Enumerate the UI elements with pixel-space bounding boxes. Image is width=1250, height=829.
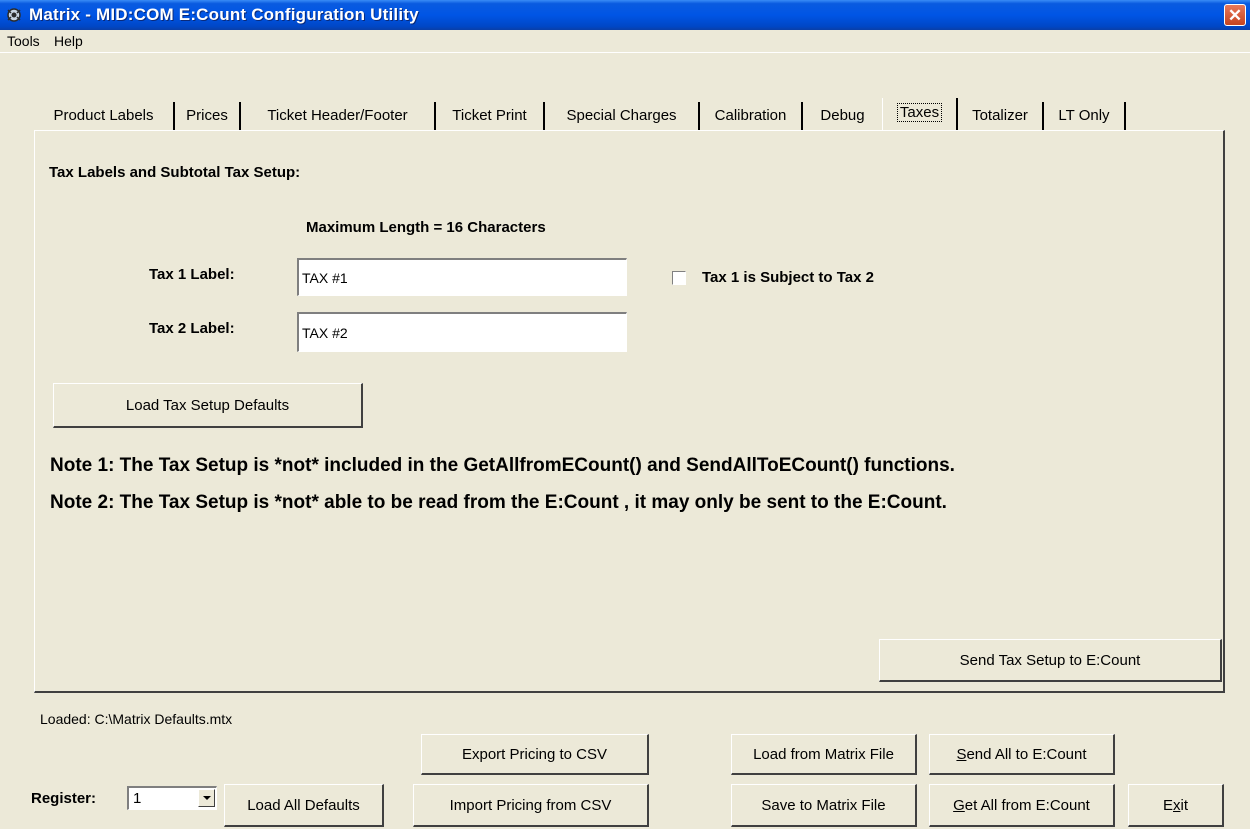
note-1: Note 1: The Tax Setup is *not* included … bbox=[50, 455, 955, 476]
tax2-label: Tax 2 Label: bbox=[149, 320, 235, 337]
tab-ticket-print[interactable]: Ticket Print bbox=[436, 102, 545, 130]
send-all-label: end All to E:Count bbox=[966, 746, 1087, 763]
get-all-mnemonic: G bbox=[953, 797, 965, 814]
tab-label: Special Charges bbox=[566, 107, 677, 124]
load-all-defaults-button[interactable]: Load All Defaults bbox=[224, 784, 384, 827]
window-title: Matrix - MID:COM E:Count Configuration U… bbox=[29, 5, 419, 24]
export-pricing-button[interactable]: Export Pricing to CSV bbox=[421, 734, 649, 775]
register-label: Register: bbox=[31, 790, 97, 807]
exit-button[interactable]: Exit bbox=[1128, 784, 1224, 827]
app-icon bbox=[7, 8, 21, 22]
tab-ticket-header-footer[interactable]: Ticket Header/Footer bbox=[241, 102, 436, 130]
menu-bar: Tools Help bbox=[0, 30, 1250, 53]
title-bar[interactable]: Matrix - MID:COM E:Count Configuration U… bbox=[0, 0, 1250, 30]
send-tax-setup-button[interactable]: Send Tax Setup to E:Count bbox=[879, 639, 1222, 682]
tax2-input[interactable] bbox=[297, 312, 627, 352]
register-value: 1 bbox=[133, 790, 142, 807]
load-tax-defaults-button[interactable]: Load Tax Setup Defaults bbox=[53, 383, 363, 428]
tab-label: LT Only bbox=[1058, 107, 1110, 124]
tax1-label: Tax 1 Label: bbox=[149, 266, 235, 283]
tab-special-charges[interactable]: Special Charges bbox=[545, 102, 700, 130]
tab-label: Taxes bbox=[896, 103, 943, 122]
send-all-mnemonic: S bbox=[956, 746, 967, 763]
chevron-down-icon[interactable] bbox=[198, 789, 215, 807]
save-matrix-file-button[interactable]: Save to Matrix File bbox=[731, 784, 917, 827]
loaded-status: Loaded: C:\Matrix Defaults.mtx bbox=[40, 711, 233, 727]
tab-label: Prices bbox=[186, 107, 228, 124]
note-2: Note 2: The Tax Setup is *not* able to b… bbox=[50, 492, 947, 513]
send-all-button[interactable]: Send All to E:Count bbox=[929, 734, 1115, 775]
tab-lt-only[interactable]: LT Only bbox=[1044, 102, 1126, 130]
max-length-label: Maximum Length = 16 Characters bbox=[306, 219, 546, 236]
section-title: Tax Labels and Subtotal Tax Setup: bbox=[49, 164, 301, 181]
import-pricing-button[interactable]: Import Pricing from CSV bbox=[413, 784, 649, 827]
tab-calibration[interactable]: Calibration bbox=[700, 102, 803, 130]
close-button[interactable]: ✕ bbox=[1224, 4, 1246, 26]
tab-taxes[interactable]: Taxes bbox=[882, 98, 958, 130]
menu-help[interactable]: Help bbox=[54, 33, 83, 49]
tab-prices[interactable]: Prices bbox=[175, 102, 241, 130]
tab-totalizer[interactable]: Totalizer bbox=[958, 102, 1044, 130]
tax1-subject-checkbox[interactable] bbox=[672, 271, 686, 285]
tab-label: Ticket Print bbox=[452, 107, 527, 124]
get-all-label: et All from E:Count bbox=[964, 797, 1090, 814]
register-select[interactable]: 1 bbox=[127, 786, 217, 810]
tab-label: Totalizer bbox=[972, 107, 1028, 124]
load-matrix-file-button[interactable]: Load from Matrix File bbox=[731, 734, 917, 775]
tab-product-labels[interactable]: Product Labels bbox=[34, 102, 175, 130]
tab-label: Product Labels bbox=[53, 107, 154, 124]
tab-debug[interactable]: Debug bbox=[803, 102, 882, 130]
tab-label: Debug bbox=[820, 107, 865, 124]
tax1-input[interactable] bbox=[297, 258, 627, 296]
exit-label-a: E bbox=[1162, 797, 1173, 814]
exit-mnemonic: x bbox=[1173, 797, 1181, 814]
tab-label: Ticket Header/Footer bbox=[267, 107, 408, 124]
tab-label: Calibration bbox=[714, 107, 787, 124]
get-all-button[interactable]: Get All from E:Count bbox=[929, 784, 1115, 827]
menu-tools[interactable]: Tools bbox=[7, 33, 40, 49]
tax1-subject-label: Tax 1 is Subject to Tax 2 bbox=[702, 269, 875, 286]
exit-label-b: it bbox=[1180, 797, 1189, 814]
